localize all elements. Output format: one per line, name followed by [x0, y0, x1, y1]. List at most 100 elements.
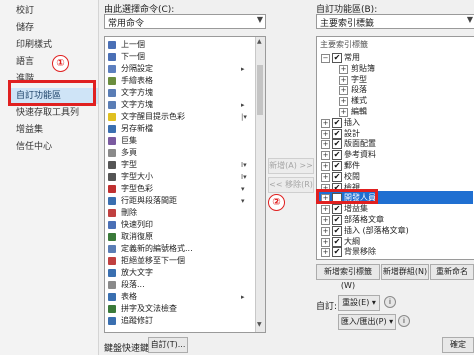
command-icon: [108, 257, 116, 265]
customize-ribbon-dropdown[interactable]: 主要索引標籤 ▼: [316, 14, 474, 29]
command-label: 文字方塊: [121, 88, 153, 97]
submenu-indicator-icon: ▸: [241, 293, 245, 301]
reset-button[interactable]: 重設(E) ▾: [338, 295, 380, 311]
command-icon: [108, 209, 116, 217]
command-icon: [108, 221, 116, 229]
new-group-button[interactable]: 新增群組(N): [381, 264, 429, 280]
command-label: 字型大小: [121, 172, 153, 181]
command-item[interactable]: 拼字及文法檢查: [105, 303, 255, 315]
tree-header: 主要索引標籤: [320, 40, 368, 49]
command-item[interactable]: 段落...: [105, 279, 255, 291]
command-label: 手繪表格: [121, 76, 153, 85]
command-item[interactable]: 定義新的編號格式...: [105, 243, 255, 255]
command-icon: [108, 53, 116, 61]
command-label: 行距與段落間距: [121, 196, 177, 205]
scrollbar-thumb[interactable]: [257, 65, 263, 115]
rename-button[interactable]: 重新命名: [430, 264, 474, 280]
command-item[interactable]: 放大文字: [105, 267, 255, 279]
command-item[interactable]: 字型色彩 ▾: [105, 183, 255, 195]
customize-ribbon-value: 主要索引標籤: [320, 19, 375, 29]
choose-commands-dropdown[interactable]: 常用命令 ▼: [104, 14, 266, 29]
command-icon: [108, 233, 116, 241]
submenu-indicator-icon: |▾: [241, 113, 247, 121]
checked-checkbox[interactable]: ✔: [332, 247, 342, 258]
command-item[interactable]: 手繪表格: [105, 75, 255, 87]
command-label: 放大文字: [121, 268, 153, 277]
command-item[interactable]: 巨集: [105, 135, 255, 147]
ok-button[interactable]: 確定: [442, 337, 474, 353]
command-icon: [108, 293, 116, 301]
scroll-up-icon[interactable]: ▲: [257, 38, 262, 45]
command-label: 文字方塊: [121, 100, 153, 109]
command-icon: [108, 197, 116, 205]
command-label: 上一個: [121, 40, 145, 49]
nav-item-proofing[interactable]: 校訂: [16, 3, 34, 19]
nav-item-language[interactable]: 語言: [16, 54, 34, 70]
command-item[interactable]: 刪除: [105, 207, 255, 219]
command-icon: [108, 281, 116, 289]
command-label: 字型色彩: [121, 184, 153, 193]
command-icon: [108, 101, 116, 109]
command-item[interactable]: 分隔設定 ▸: [105, 63, 255, 75]
command-item[interactable]: 快速列印: [105, 219, 255, 231]
remove-button[interactable]: << 移除(R): [268, 177, 314, 193]
step-number-2: ②: [268, 194, 285, 211]
info-icon: i: [398, 315, 410, 327]
command-icon: [108, 269, 116, 277]
nav-item-print-style[interactable]: 印刷樣式: [16, 37, 52, 53]
command-label: 多頁: [121, 148, 137, 157]
command-item[interactable]: 上一個: [105, 39, 255, 51]
submenu-indicator-icon: ▾: [241, 197, 245, 205]
command-item[interactable]: 取消復原: [105, 231, 255, 243]
highlight-box-2: [316, 189, 378, 204]
customize-keyboard-button[interactable]: 自訂(T)...: [148, 337, 188, 353]
info-icon: i: [384, 296, 396, 308]
submenu-indicator-icon: I▾: [241, 173, 247, 181]
command-item[interactable]: 多頁: [105, 147, 255, 159]
nav-item-quick-access-toolbar[interactable]: 快速存取工具列: [16, 105, 79, 121]
command-label: 表格: [121, 292, 137, 301]
nav-item-trust-center[interactable]: 信任中心: [16, 139, 52, 155]
highlight-box-1: [8, 80, 96, 106]
commands-list[interactable]: 上一個 下一個 分隔設定 ▸ 手繪表格 文字方塊 文字方塊 ▸ 文字醒目提示色彩 |▾ 另存新檔 巨集…: [104, 36, 266, 333]
submenu-indicator-icon: ▾: [241, 185, 245, 193]
command-icon: [108, 41, 116, 49]
command-icon: [108, 317, 116, 325]
tree-item-label: 背景移除: [344, 247, 376, 257]
command-icon: [108, 161, 116, 169]
options-nav: 校訂 儲存 印刷樣式 語言 進階 自訂功能區 快速存取工具列 增益集 信任中心: [0, 0, 99, 355]
new-tab-button[interactable]: 新增索引標籤(W): [316, 264, 380, 290]
command-item[interactable]: 下一個: [105, 51, 255, 63]
command-item[interactable]: 字型大小 I▾: [105, 171, 255, 183]
ribbon-tab-item[interactable]: + ✔ 背景移除: [317, 245, 473, 258]
command-label: 定義新的編號格式...: [121, 244, 193, 253]
command-item[interactable]: 文字方塊 ▸: [105, 99, 255, 111]
command-icon: [108, 149, 116, 157]
command-item[interactable]: 拒絕並移至下一個: [105, 255, 255, 267]
command-item[interactable]: 字型 I▾: [105, 159, 255, 171]
command-item[interactable]: 另存新檔: [105, 123, 255, 135]
ribbon-tabs-tree[interactable]: 主要索引標籤 − ✔ 常用 + 剪貼簿 + 字型 + 段落 + 樣式 + 編輯 + ✔ 插入 + ✔ 設計 + ✔ 版面配…: [316, 36, 474, 260]
command-label: 另存新檔: [121, 124, 153, 133]
nav-item-save[interactable]: 儲存: [16, 20, 34, 36]
scroll-down-icon[interactable]: ▼: [257, 321, 262, 328]
keyboard-shortcut-label: 鍵盤快速鍵:: [104, 344, 153, 354]
command-label: 分隔設定: [121, 64, 153, 73]
chevron-down-icon: ▼: [256, 15, 263, 24]
command-label: 快速列印: [121, 220, 153, 229]
command-item[interactable]: 文字方塊: [105, 87, 255, 99]
custom-label: 自訂:: [316, 302, 338, 312]
command-label: 字型: [121, 160, 137, 169]
command-label: 拒絕並移至下一個: [121, 256, 185, 265]
choose-commands-value: 常用命令: [108, 19, 145, 29]
command-icon: [108, 77, 116, 85]
import-export-button[interactable]: 匯入/匯出(P) ▾: [338, 314, 396, 330]
commands-scrollbar[interactable]: ▲ ▼: [255, 37, 265, 332]
command-item[interactable]: 表格 ▸: [105, 291, 255, 303]
expand-icon[interactable]: +: [321, 248, 330, 258]
nav-item-add-ins[interactable]: 增益集: [16, 122, 43, 138]
command-item[interactable]: 追蹤修訂: [105, 315, 255, 327]
command-item[interactable]: 文字醒目提示色彩 |▾: [105, 111, 255, 123]
add-button[interactable]: 新增(A) >>: [268, 158, 314, 174]
command-item[interactable]: 行距與段落間距 ▾: [105, 195, 255, 207]
